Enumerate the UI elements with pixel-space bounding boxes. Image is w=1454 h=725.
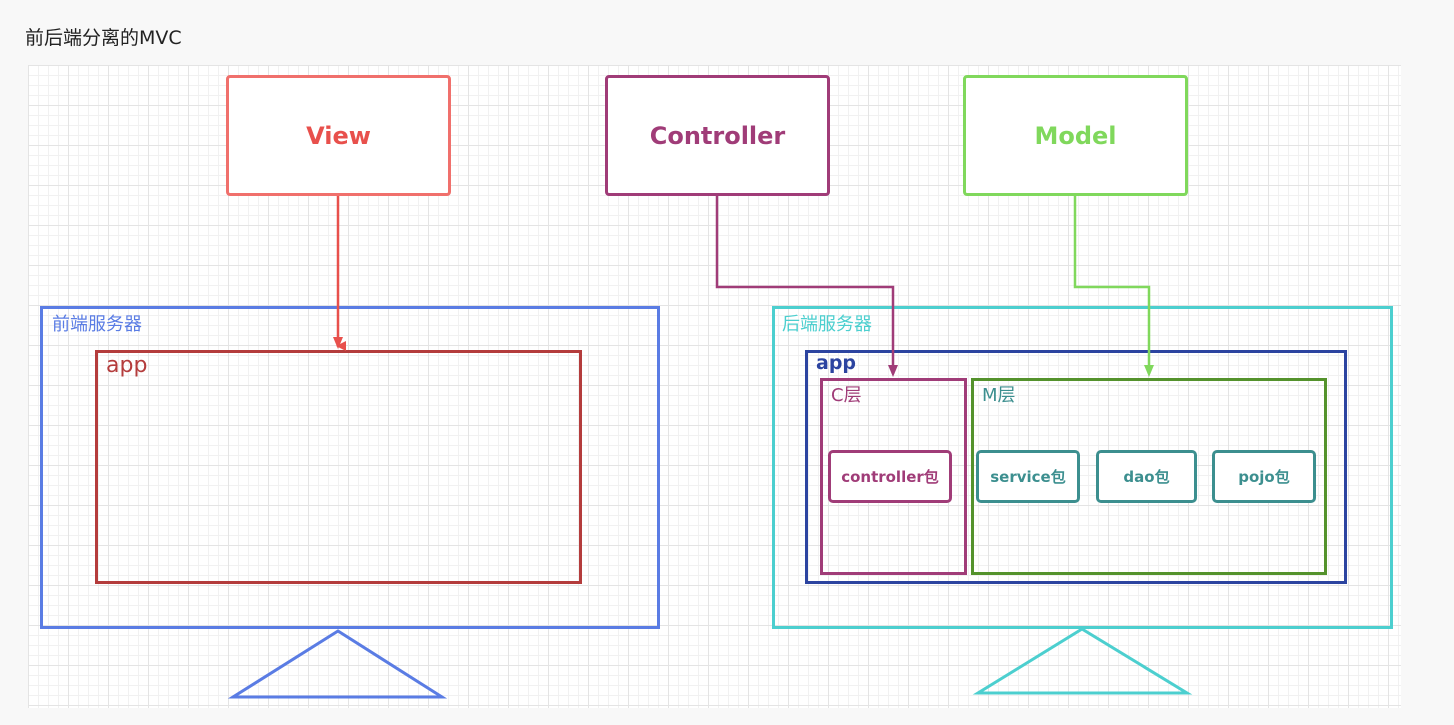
backend-monitor-stand bbox=[972, 627, 1193, 695]
frontend-monitor-stand bbox=[227, 629, 448, 699]
connectors-layer bbox=[227, 196, 1193, 699]
controller-to-c-layer-arrow bbox=[715, 196, 898, 377]
diagram-canvas: View Controller Model 前端服务器 app 后端服务器 ap… bbox=[28, 65, 1401, 708]
view-to-frontend-app-arrow bbox=[333, 196, 346, 351]
page-title: 前后端分离的MVC bbox=[25, 27, 182, 49]
model-to-m-layer-arrow bbox=[1073, 196, 1154, 377]
page-root: 前后端分离的MVC View Controller Model 前端服务器 ap… bbox=[0, 0, 1454, 725]
